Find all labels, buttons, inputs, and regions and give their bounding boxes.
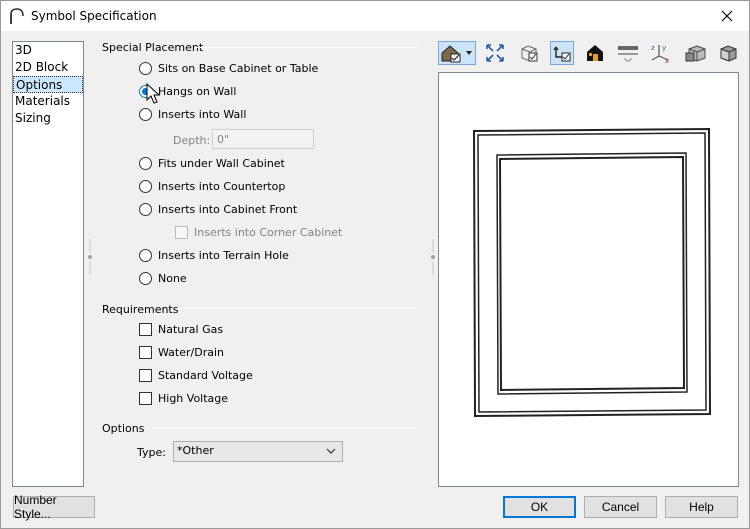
- checkbox-inserts-into-corner-cabinet[interactable]: Inserts into Corner Cabinet: [175, 226, 342, 239]
- checkbox-label: Natural Gas: [158, 323, 224, 336]
- nav-item-options[interactable]: Options: [13, 76, 83, 93]
- nav-item-3d[interactable]: 3D: [13, 42, 83, 59]
- symbol-preview[interactable]: [438, 72, 739, 487]
- radio-label: None: [158, 272, 187, 285]
- mouse-cursor-icon: [146, 83, 160, 104]
- rotate-view-icon: [553, 46, 571, 62]
- requirements-heading: Requirements: [102, 303, 179, 316]
- radio-button[interactable]: [139, 203, 152, 216]
- house-color-icon: [587, 45, 603, 61]
- svg-text:z: z: [651, 44, 655, 52]
- left-splitter-grip[interactable]: [87, 239, 93, 275]
- radio-button[interactable]: [139, 180, 152, 193]
- render-mode-button[interactable]: [616, 41, 640, 65]
- right-splitter-grip[interactable]: [430, 239, 436, 275]
- checkbox-label: Water/Drain: [158, 346, 224, 359]
- checkbox-natural-gas[interactable]: Natural Gas: [139, 323, 223, 336]
- radio-fits-under-wall-cabinet[interactable]: Fits under Wall Cabinet: [139, 157, 285, 170]
- radio-button[interactable]: [139, 249, 152, 262]
- title-bar: Symbol Specification: [1, 1, 749, 31]
- radio-sits-on-base-cabinet[interactable]: Sits on Base Cabinet or Table: [139, 62, 318, 75]
- radio-label: Fits under Wall Cabinet: [158, 157, 285, 170]
- radio-label: Sits on Base Cabinet or Table: [158, 62, 319, 75]
- checkbox-water-drain[interactable]: Water/Drain: [139, 346, 224, 359]
- view-type-icon: [441, 45, 472, 63]
- radio-button[interactable]: [139, 108, 152, 121]
- section-divider: [195, 47, 419, 48]
- solid-cube-icon: [720, 45, 737, 62]
- checkbox[interactable]: [139, 346, 152, 359]
- checkbox-label: Inserts into Corner Cabinet: [194, 226, 343, 239]
- type-selected-value: *Other: [177, 444, 214, 457]
- radio-none[interactable]: None: [139, 272, 187, 285]
- special-placement-heading: Special Placement: [102, 41, 204, 54]
- shaded-cube-button[interactable]: [684, 41, 708, 65]
- radio-inserts-into-terrain-hole[interactable]: Inserts into Terrain Hole: [139, 249, 289, 262]
- close-icon: [721, 10, 733, 22]
- ok-button[interactable]: OK: [503, 496, 576, 518]
- nav-item-sizing[interactable]: Sizing: [13, 110, 83, 127]
- wireframe-icon: [521, 45, 538, 62]
- type-label: Type:: [137, 446, 166, 459]
- render-mode-icon: [618, 46, 638, 62]
- radio-label: Inserts into Wall: [158, 108, 247, 121]
- wireframe-button[interactable]: [517, 41, 541, 65]
- number-style-button[interactable]: Number Style...: [13, 493, 95, 521]
- fit-view-button[interactable]: [483, 41, 507, 65]
- options-heading: Options: [102, 422, 145, 435]
- nav-item-materials[interactable]: Materials: [13, 93, 83, 110]
- radio-label: Hangs on Wall: [158, 85, 237, 98]
- close-button[interactable]: [705, 1, 749, 31]
- checkbox[interactable]: [139, 323, 152, 336]
- radio-inserts-into-wall[interactable]: Inserts into Wall: [139, 108, 246, 121]
- checkbox-high-voltage[interactable]: High Voltage: [139, 392, 228, 405]
- radio-label: Inserts into Terrain Hole: [158, 249, 289, 262]
- radio-inserts-into-cabinet-front[interactable]: Inserts into Cabinet Front: [139, 203, 297, 216]
- depth-label: Depth:: [173, 134, 211, 147]
- app-arch-icon: [10, 8, 24, 24]
- radio-button[interactable]: [139, 62, 152, 75]
- checkbox[interactable]: [175, 226, 188, 239]
- checkbox-label: Standard Voltage: [158, 369, 253, 382]
- solid-cube-button[interactable]: [716, 41, 740, 65]
- radio-label: Inserts into Countertop: [158, 180, 286, 193]
- help-button[interactable]: Help: [665, 496, 738, 518]
- axes-button[interactable]: y z x: [649, 41, 673, 65]
- view-type-button[interactable]: [438, 41, 476, 65]
- radio-label: Inserts into Cabinet Front: [158, 203, 298, 216]
- radio-button[interactable]: [139, 157, 152, 170]
- cancel-button[interactable]: Cancel: [584, 496, 657, 518]
- window-title: Symbol Specification: [31, 9, 157, 23]
- checkbox[interactable]: [139, 369, 152, 382]
- checkbox-standard-voltage[interactable]: Standard Voltage: [139, 369, 253, 382]
- radio-button[interactable]: [139, 272, 152, 285]
- house-color-button[interactable]: [583, 41, 607, 65]
- type-dropdown[interactable]: *Other: [173, 441, 343, 462]
- wall-frame-preview-image: [472, 127, 712, 418]
- nav-item-2d-block[interactable]: 2D Block: [13, 59, 83, 76]
- depth-field[interactable]: [212, 129, 314, 149]
- axes-icon: y z x: [651, 44, 669, 64]
- chevron-down-icon: [326, 448, 336, 454]
- checkbox-label: High Voltage: [158, 392, 229, 405]
- section-divider: [177, 308, 419, 309]
- section-divider: [147, 427, 419, 428]
- svg-text:x: x: [665, 57, 669, 64]
- checkbox[interactable]: [139, 392, 152, 405]
- radio-inserts-into-countertop[interactable]: Inserts into Countertop: [139, 180, 285, 193]
- fit-view-icon: [486, 44, 504, 62]
- category-list: 3D 2D Block Options Materials Sizing: [12, 41, 84, 487]
- symbol-specification-dialog: Symbol Specification 3D 2D Block Options…: [0, 0, 750, 529]
- shaded-cube-icon: [685, 45, 706, 62]
- svg-text:y: y: [662, 44, 666, 52]
- rotate-view-button[interactable]: [550, 41, 574, 65]
